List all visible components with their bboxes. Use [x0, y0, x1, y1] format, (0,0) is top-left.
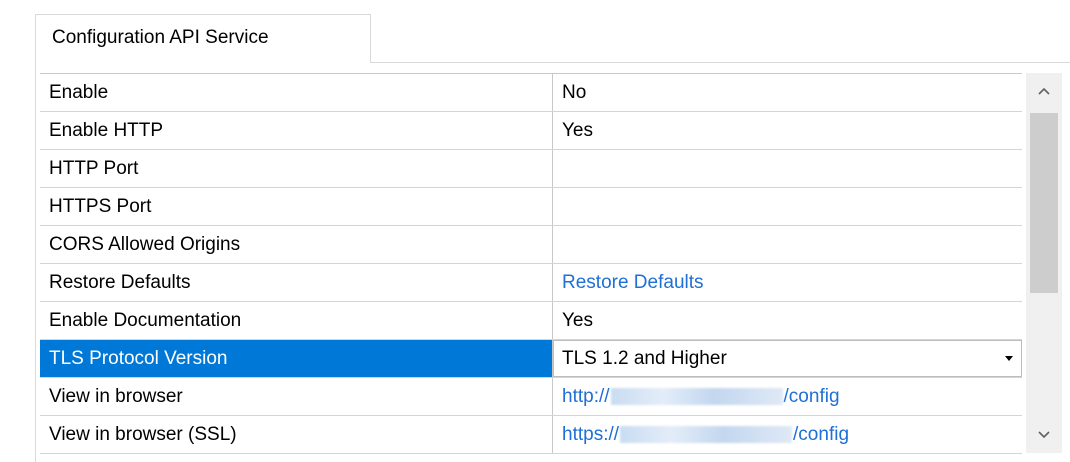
property-name: Enable HTTP [40, 112, 553, 149]
property-name: HTTP Port [40, 150, 553, 187]
property-row-view-in-browser[interactable]: View in browser http:// /config [40, 378, 1022, 416]
property-name: Enable Documentation [40, 302, 553, 339]
vertical-scrollbar[interactable] [1026, 73, 1062, 453]
property-name: View in browser [40, 378, 553, 415]
property-name: CORS Allowed Origins [40, 226, 553, 263]
link-prefix: http:// [562, 386, 610, 407]
chevron-up-icon[interactable] [1026, 73, 1062, 109]
restore-defaults-link[interactable]: Restore Defaults [553, 264, 1022, 301]
property-value[interactable] [553, 150, 1022, 187]
dropdown-arrow-icon[interactable] [1005, 356, 1013, 361]
property-row-cors-allowed-origins[interactable]: CORS Allowed Origins [40, 226, 1022, 264]
property-name: Restore Defaults [40, 264, 553, 301]
property-row-tls-protocol-version[interactable]: TLS Protocol Version TLS 1.2 and Higher [40, 340, 1022, 378]
link-suffix: /config [783, 386, 840, 407]
dropdown-selected-value: TLS 1.2 and Higher [562, 348, 727, 369]
view-in-browser-link[interactable]: http:// /config [553, 378, 1022, 415]
property-row-enable-http[interactable]: Enable HTTP Yes [40, 112, 1022, 150]
view-in-browser-ssl-link[interactable]: https:// /config [553, 416, 1022, 453]
property-name: Enable [40, 74, 553, 111]
property-row-enable[interactable]: Enable No [40, 74, 1022, 112]
chevron-down-icon[interactable] [1026, 417, 1062, 453]
property-row-https-port[interactable]: HTTPS Port [40, 188, 1022, 226]
property-row-restore-defaults[interactable]: Restore Defaults Restore Defaults [40, 264, 1022, 302]
property-name: TLS Protocol Version [40, 340, 553, 377]
property-grid: Enable No Enable HTTP Yes HTTP Port HTTP… [40, 73, 1022, 454]
scrollbar-thumb[interactable] [1030, 113, 1058, 293]
property-name: HTTPS Port [40, 188, 553, 225]
property-value[interactable] [553, 188, 1022, 225]
tab-label: Configuration API Service [52, 27, 269, 48]
property-value[interactable] [553, 226, 1022, 263]
property-name: View in browser (SSL) [40, 416, 553, 453]
redacted-host [610, 388, 783, 406]
tab-strip-border [370, 62, 1070, 63]
property-value[interactable]: Yes [553, 112, 1022, 149]
property-row-view-in-browser-ssl[interactable]: View in browser (SSL) https:// /config [40, 416, 1022, 454]
redacted-host [620, 426, 793, 444]
property-row-http-port[interactable]: HTTP Port [40, 150, 1022, 188]
tab-configuration-api-service[interactable]: Configuration API Service [35, 14, 371, 63]
tls-version-dropdown[interactable]: TLS 1.2 and Higher [553, 340, 1022, 377]
link-prefix: https:// [562, 424, 620, 445]
property-row-enable-documentation[interactable]: Enable Documentation Yes [40, 302, 1022, 340]
property-value[interactable]: Yes [553, 302, 1022, 339]
property-value[interactable]: No [553, 74, 1022, 111]
link-suffix: /config [793, 424, 850, 445]
panel-border [35, 62, 36, 462]
